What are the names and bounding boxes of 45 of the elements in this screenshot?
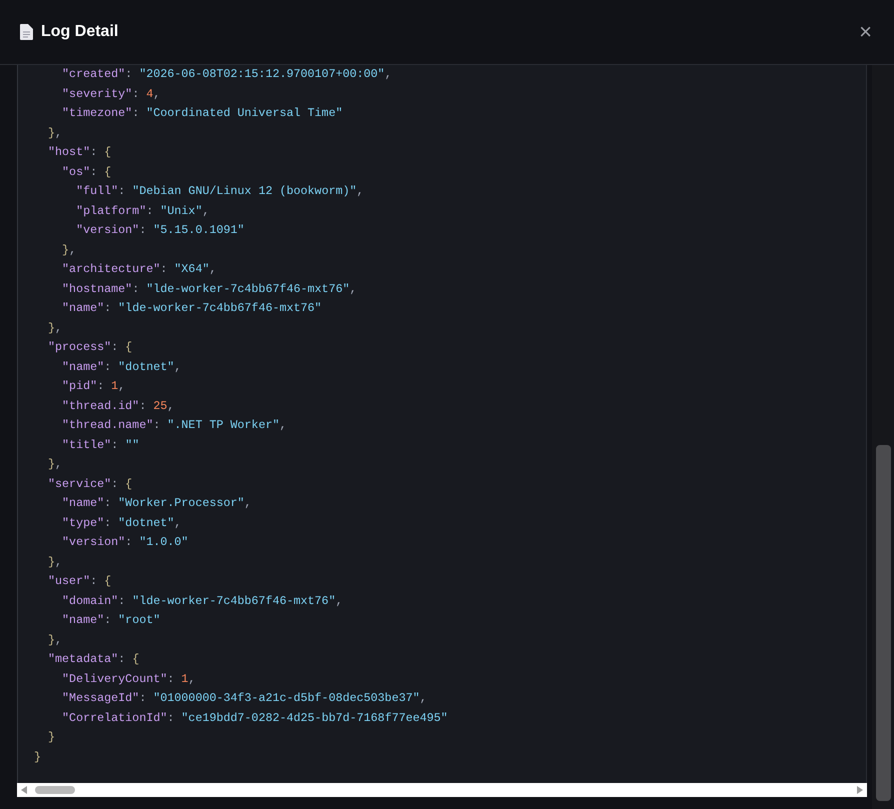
code-line: "name": "root" — [61, 612, 160, 629]
code-line: "DeliveryCount": 1, — [61, 670, 196, 688]
code-line: }, — [61, 242, 76, 258]
scrollbar-thumb[interactable] — [35, 786, 75, 794]
scrollbar-thumb[interactable] — [876, 445, 891, 801]
code-line: "domain": "lde-worker-7c4bb67f46-mxt76", — [61, 592, 343, 610]
code-line: "full": "Debian GNU/Linux 12 (bookworm)", — [75, 183, 364, 200]
code-line: "host": { — [47, 144, 112, 161]
code-line: "architecture": "X64", — [61, 261, 216, 278]
code-line: "thread.id": 25, — [61, 398, 174, 414]
dialog-title: Log Detail — [41, 22, 118, 42]
code-line: "service": { — [47, 476, 132, 492]
scroll-right-icon[interactable] — [857, 786, 863, 794]
code-line: "pid": 1, — [61, 378, 126, 395]
code-line: "type": "dotnet", — [61, 514, 182, 532]
code-line: } — [47, 729, 56, 746]
code-line: "name": "Worker.Processor", — [61, 495, 252, 512]
code-line: "version": "1.0.0" — [61, 534, 188, 551]
code-line: "process": { — [47, 339, 132, 356]
code-line: }, — [47, 632, 62, 648]
code-line: "created": "2026-06-08T02:15:12.9700107+00:00", — [61, 66, 392, 83]
code-line: "timezone": "Coordinated Universal Time" — [61, 105, 343, 122]
vertical-scrollbar[interactable] — [872, 65, 894, 809]
code-line: "platform": "Unix", — [75, 202, 210, 220]
code-line: }, — [47, 320, 62, 336]
code-line: "os": { — [61, 164, 112, 180]
document-icon — [20, 24, 33, 40]
code-line: "hostname": "lde-worker-7c4bb67f46-mxt76", — [61, 280, 357, 298]
code-line: "thread.name": ".NET TP Worker", — [61, 417, 286, 434]
code-line: "severity": 4, — [61, 86, 160, 102]
code-line: "metadata": { — [47, 651, 140, 668]
code-line: } — [34, 748, 42, 766]
code-line: }, — [47, 456, 62, 473]
code-line: }, — [47, 554, 62, 570]
code-line: "MessageId": "01000000-34f3-a21c-d5bf-08dec503be37", — [61, 690, 427, 707]
code-line: "name": "dotnet", — [61, 358, 182, 376]
horizontal-scrollbar[interactable] — [17, 783, 867, 797]
scroll-left-icon[interactable] — [21, 786, 27, 794]
code-line: }, — [47, 124, 62, 142]
code-line: "name": "lde-worker-7c4bb67f46-mxt76" — [61, 300, 322, 317]
code-line: "user": { — [47, 573, 112, 590]
code-line: "version": "5.15.0.1091" — [75, 222, 244, 239]
code-line: "CorrelationId": "ce19bdd7-0282-4d25-bb7d-7168f77ee495" — [61, 710, 448, 726]
code-line: "title": "" — [61, 436, 140, 454]
close-button[interactable]: × — [857, 21, 874, 43]
